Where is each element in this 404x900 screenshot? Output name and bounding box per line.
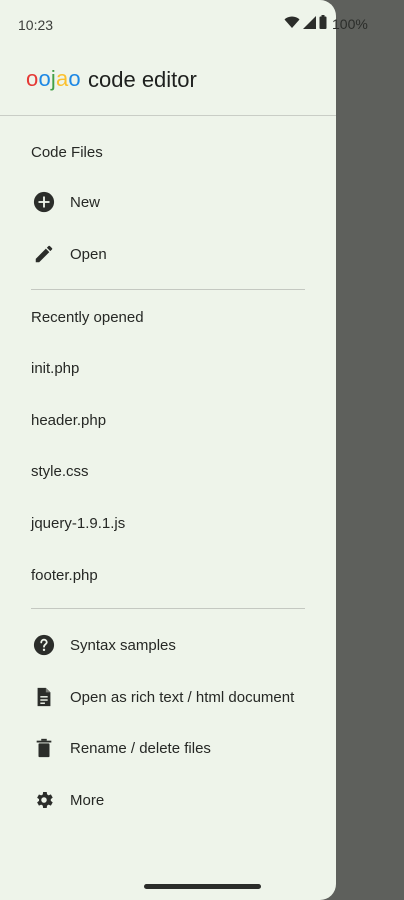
- trash-icon: [32, 736, 56, 760]
- new-file-item[interactable]: New: [0, 178, 336, 226]
- recent-file-item[interactable]: header.php: [0, 396, 336, 444]
- navigation-drawer: oojao code editor Code Files New Open Re…: [0, 0, 336, 900]
- recent-file-name: footer.php: [31, 566, 98, 584]
- open-file-item[interactable]: Open: [0, 230, 336, 278]
- logo-letter: o: [68, 66, 81, 91]
- recent-file-name: init.php: [31, 359, 80, 377]
- logo-letter: o: [38, 66, 51, 91]
- more-item[interactable]: More: [0, 776, 336, 824]
- more-label: More: [70, 791, 105, 809]
- signal-icon: [303, 15, 316, 32]
- logo-letter: o: [26, 66, 39, 91]
- rich-text-item[interactable]: Open as rich text / html document: [0, 673, 336, 721]
- recent-file-item[interactable]: init.php: [0, 344, 336, 392]
- open-label: Open: [70, 245, 107, 263]
- recent-file-item[interactable]: style.css: [0, 447, 336, 495]
- status-bar: 10:23 100%: [0, 0, 404, 48]
- header-divider: [0, 115, 336, 116]
- section-code-files: Code Files: [31, 144, 103, 161]
- status-time: 10:23: [18, 17, 54, 33]
- document-icon: [32, 685, 56, 709]
- section-recently-opened: Recently opened: [31, 309, 144, 326]
- wifi-icon: [284, 15, 300, 32]
- recent-file-item[interactable]: footer.php: [0, 551, 336, 599]
- drawer-header: oojao code editor: [0, 56, 336, 116]
- syntax-samples-label: Syntax samples: [70, 636, 176, 654]
- status-icons: 100%: [284, 15, 368, 32]
- section-divider: [31, 289, 305, 290]
- gear-icon: [32, 788, 56, 812]
- app-logo: oojao: [26, 66, 81, 92]
- syntax-samples-item[interactable]: Syntax samples: [0, 621, 336, 669]
- battery-icon: [319, 15, 327, 32]
- new-label: New: [70, 193, 101, 211]
- rich-text-label: Open as rich text / html document: [70, 688, 295, 706]
- rename-delete-label: Rename / delete files: [70, 739, 211, 757]
- recent-file-item[interactable]: jquery-1.9.1.js: [0, 499, 336, 547]
- section-divider: [31, 608, 305, 609]
- rename-delete-item[interactable]: Rename / delete files: [0, 724, 336, 772]
- add-circle-icon: [32, 190, 56, 214]
- recent-file-name: style.css: [31, 462, 89, 480]
- help-circle-icon: [32, 633, 56, 657]
- gesture-nav-handle[interactable]: [144, 884, 261, 889]
- app-name: code editor: [88, 67, 197, 92]
- battery-percent: 100%: [332, 15, 368, 32]
- recent-file-name: header.php: [31, 411, 107, 429]
- pencil-icon: [32, 242, 56, 266]
- recent-file-name: jquery-1.9.1.js: [31, 514, 126, 532]
- logo-letter: a: [55, 66, 69, 91]
